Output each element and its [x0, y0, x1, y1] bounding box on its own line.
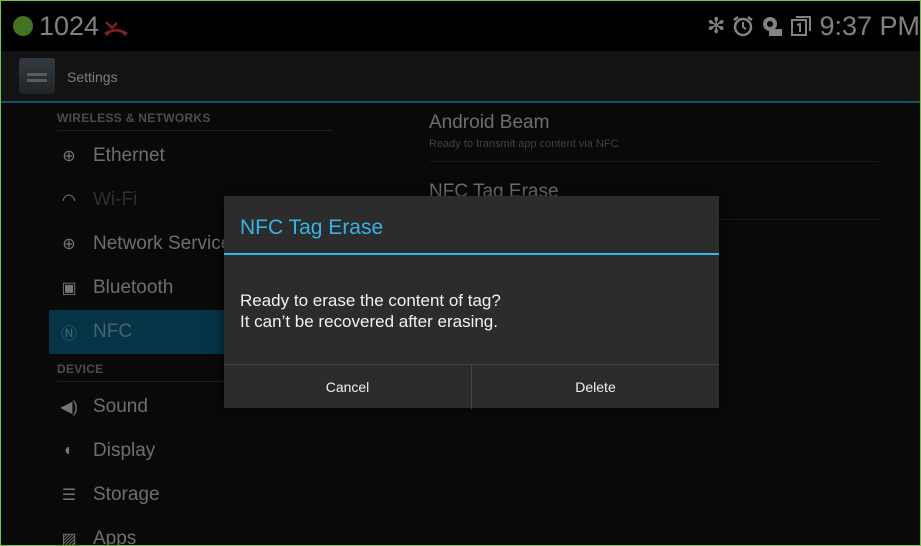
device-screen: 1024 ✻ 9:37 PM Settings WIRELESS & NETWO… [0, 0, 921, 546]
dialog-button-bar: Cancel Delete [224, 364, 719, 409]
dialog-message: Ready to erase the content of tag? It ca… [240, 290, 501, 332]
dialog-title-divider [224, 253, 719, 255]
cancel-button[interactable]: Cancel [224, 365, 471, 409]
dialog-message-line: It can’t be recovered after erasing. [240, 312, 498, 331]
dialog-title: NFC Tag Erase [240, 216, 384, 239]
dialog-message-line: Ready to erase the content of tag? [240, 291, 501, 310]
nfc-tag-erase-dialog: NFC Tag Erase Ready to erase the content… [224, 196, 719, 409]
delete-button[interactable]: Delete [471, 365, 719, 409]
